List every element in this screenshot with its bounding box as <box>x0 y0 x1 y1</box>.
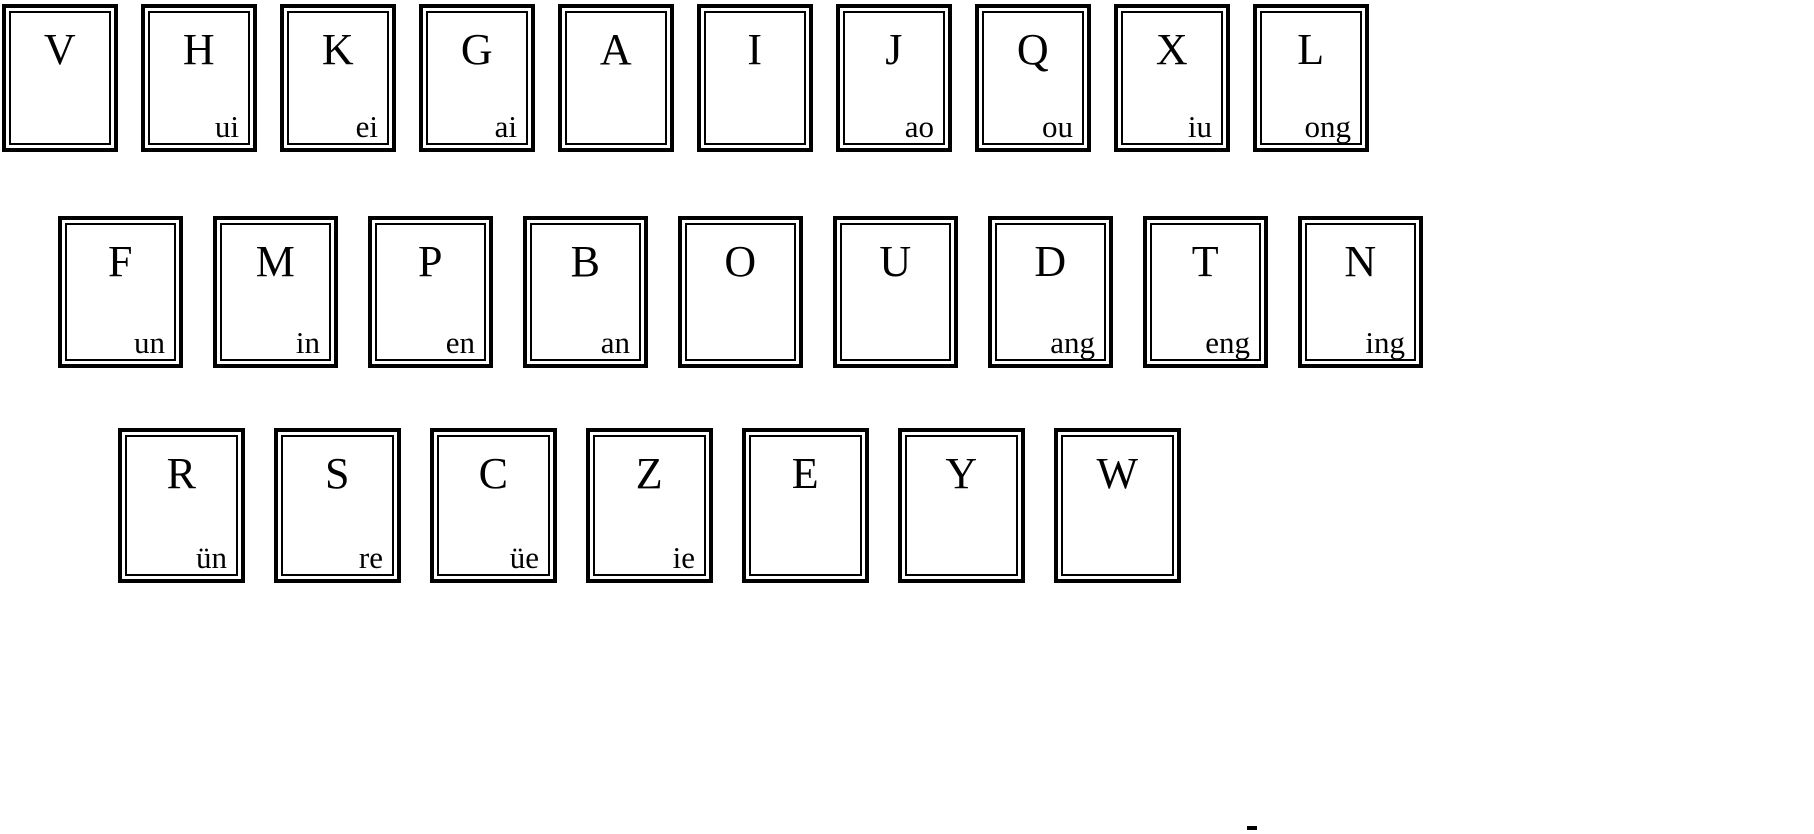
key-sublabel: ong <box>1304 109 1352 144</box>
key-sublabel: re <box>358 540 383 575</box>
key-letter-label: Z <box>635 449 664 498</box>
key-letter-label: N <box>1344 237 1377 286</box>
key-e[interactable]: E <box>742 428 869 583</box>
key-letter-label: E <box>791 449 820 498</box>
key-q[interactable]: Qou <box>975 4 1091 152</box>
key-k[interactable]: Kei <box>280 4 396 152</box>
key-p[interactable]: Pen <box>368 216 493 368</box>
key-sublabel: üe <box>509 540 539 575</box>
key-letter-label: I <box>747 25 763 74</box>
key-z[interactable]: Zie <box>586 428 713 583</box>
key-letter-label: P <box>418 237 443 286</box>
key-letter-label: X <box>1155 25 1189 74</box>
key-letter-label: A <box>599 25 633 74</box>
key-sublabel: ui <box>214 109 239 144</box>
key-letter-label: L <box>1297 25 1325 74</box>
key-x[interactable]: Xiu <box>1114 4 1230 152</box>
key-sublabel: ing <box>1365 325 1405 360</box>
key-letter-label: W <box>1096 449 1139 498</box>
key-sublabel: ie <box>672 540 695 575</box>
keyboard-row-3: Rün Sre Cüe Zie E Y W <box>118 428 1210 583</box>
key-t[interactable]: Teng <box>1143 216 1268 368</box>
key-v[interactable]: V <box>2 4 118 152</box>
key-r[interactable]: Rün <box>118 428 245 583</box>
key-a[interactable]: A <box>558 4 674 152</box>
key-sublabel: un <box>134 325 165 360</box>
key-sublabel: ang <box>1050 325 1095 360</box>
key-sublabel: ai <box>494 109 517 144</box>
key-d[interactable]: Dang <box>988 216 1113 368</box>
key-sublabel: in <box>295 325 320 360</box>
key-y[interactable]: Y <box>898 428 1025 583</box>
key-letter-label: J <box>885 25 903 74</box>
key-letter-label: B <box>570 237 601 286</box>
key-b[interactable]: Ban <box>523 216 648 368</box>
key-f[interactable]: Fun <box>58 216 183 368</box>
key-i[interactable]: I <box>697 4 813 152</box>
key-letter-label: O <box>724 237 757 286</box>
key-letter-label: Y <box>945 449 978 498</box>
key-w[interactable]: W <box>1054 428 1181 583</box>
key-sublabel: an <box>600 325 630 360</box>
scan-artifact-speck <box>1247 826 1257 830</box>
key-j[interactable]: Jao <box>836 4 952 152</box>
key-letter-label: R <box>166 449 197 498</box>
key-n[interactable]: Ning <box>1298 216 1423 368</box>
key-sublabel: ün <box>196 540 227 575</box>
key-letter-label: S <box>325 449 350 498</box>
key-letter-label: K <box>321 25 355 74</box>
key-letter-label: D <box>1034 237 1067 286</box>
key-letter-label: Q <box>1016 25 1050 74</box>
key-l[interactable]: Long <box>1253 4 1369 152</box>
key-letter-label: M <box>255 237 296 286</box>
key-g[interactable]: Gai <box>419 4 535 152</box>
key-letter-label: T <box>1191 237 1220 286</box>
key-sublabel: ao <box>904 109 934 144</box>
key-o[interactable]: O <box>678 216 803 368</box>
keyboard-row-2: Fun Min Pen Ban O U Dang Teng Ning <box>58 216 1453 368</box>
key-letter-label: U <box>879 237 912 286</box>
key-sublabel: eng <box>1205 325 1250 360</box>
keyboard-diagram: V Hui Kei Gai A I Jao Qou Xiu Long Fun Min Pen Ban O U… <box>0 0 1814 834</box>
key-sublabel: ou <box>1042 109 1073 144</box>
key-m[interactable]: Min <box>213 216 338 368</box>
key-c[interactable]: Cüe <box>430 428 557 583</box>
key-sublabel: ei <box>355 109 378 144</box>
key-letter-label: H <box>182 25 216 74</box>
key-sublabel: en <box>445 325 475 360</box>
key-sublabel: iu <box>1187 109 1212 144</box>
key-s[interactable]: Sre <box>274 428 401 583</box>
key-letter-label: C <box>478 449 509 498</box>
key-letter-label: G <box>460 25 494 74</box>
key-u[interactable]: U <box>833 216 958 368</box>
key-h[interactable]: Hui <box>141 4 257 152</box>
key-letter-label: V <box>43 25 77 74</box>
keyboard-row-1: V Hui Kei Gai A I Jao Qou Xiu Long <box>2 4 1392 152</box>
key-letter-label: F <box>108 237 133 286</box>
